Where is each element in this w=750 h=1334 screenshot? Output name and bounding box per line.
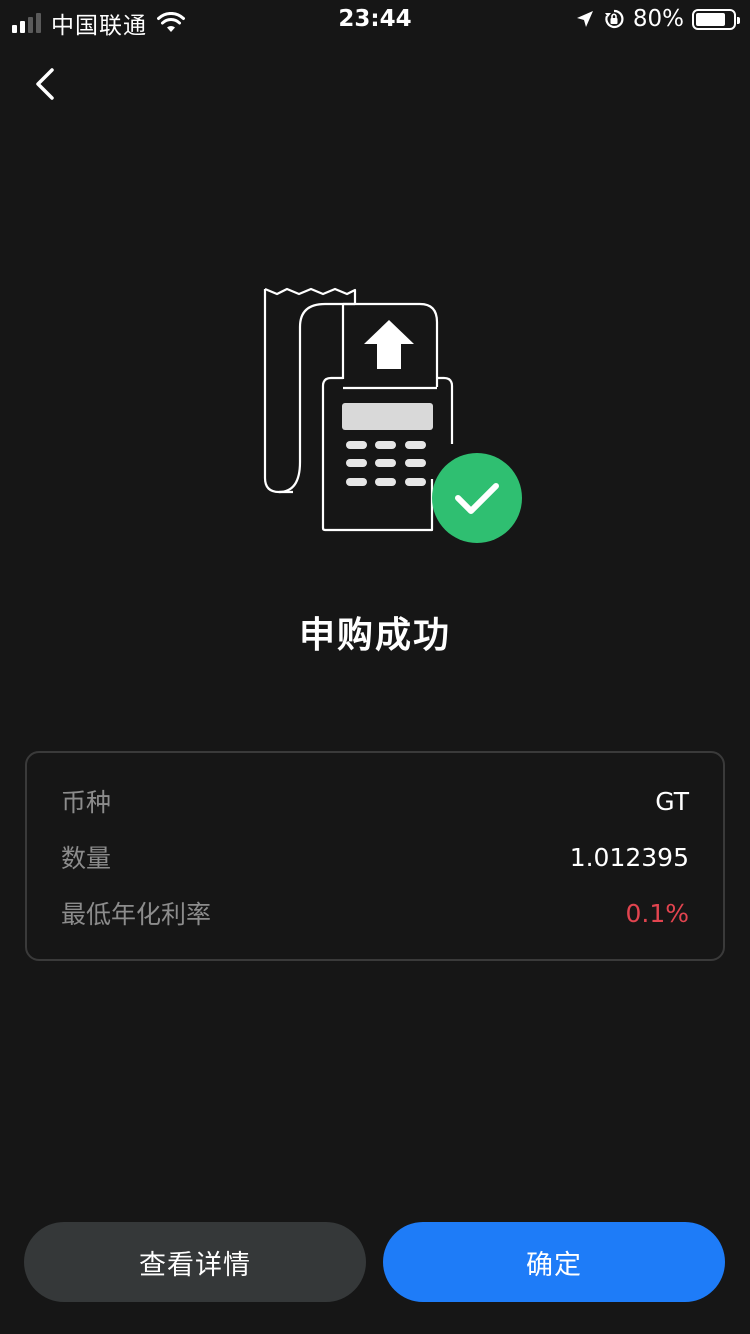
view-details-button[interactable]: 查看详情 bbox=[24, 1222, 366, 1302]
detail-card: 币种 GT 数量 1.012395 最低年化利率 0.1% bbox=[25, 751, 725, 961]
result-title: 申购成功 bbox=[298, 615, 451, 656]
detail-row-currency: 币种 GT bbox=[61, 781, 689, 821]
confirm-button[interactable]: 确定 bbox=[383, 1222, 725, 1302]
location-arrow-icon bbox=[576, 11, 593, 27]
battery-icon bbox=[692, 8, 740, 30]
detail-row-amount: 数量 1.012395 bbox=[61, 837, 689, 877]
detail-value: 1.012395 bbox=[569, 842, 689, 872]
back-button[interactable] bbox=[26, 62, 66, 106]
chevron-left-icon bbox=[36, 68, 54, 100]
pos-terminal-receipt-icon bbox=[263, 287, 522, 543]
detail-value-rate: 0.1% bbox=[625, 898, 689, 928]
orientation-lock-icon bbox=[604, 9, 624, 29]
battery-percent: 80% bbox=[632, 6, 684, 32]
detail-label: 数量 bbox=[61, 844, 112, 873]
check-badge bbox=[432, 453, 522, 543]
detail-value: GT bbox=[655, 786, 689, 816]
detail-row-min-apr: 最低年化利率 0.1% bbox=[61, 893, 689, 933]
status-right: 80% bbox=[575, 6, 740, 32]
detail-label: 币种 bbox=[61, 788, 112, 817]
status-bar: 中国联通 23:44 80% bbox=[0, 0, 750, 40]
screen: 中国联通 23:44 80% 申购成功 币种 GT 数量 1.012395 最低… bbox=[0, 0, 750, 1334]
detail-label: 最低年化利率 bbox=[61, 900, 212, 929]
